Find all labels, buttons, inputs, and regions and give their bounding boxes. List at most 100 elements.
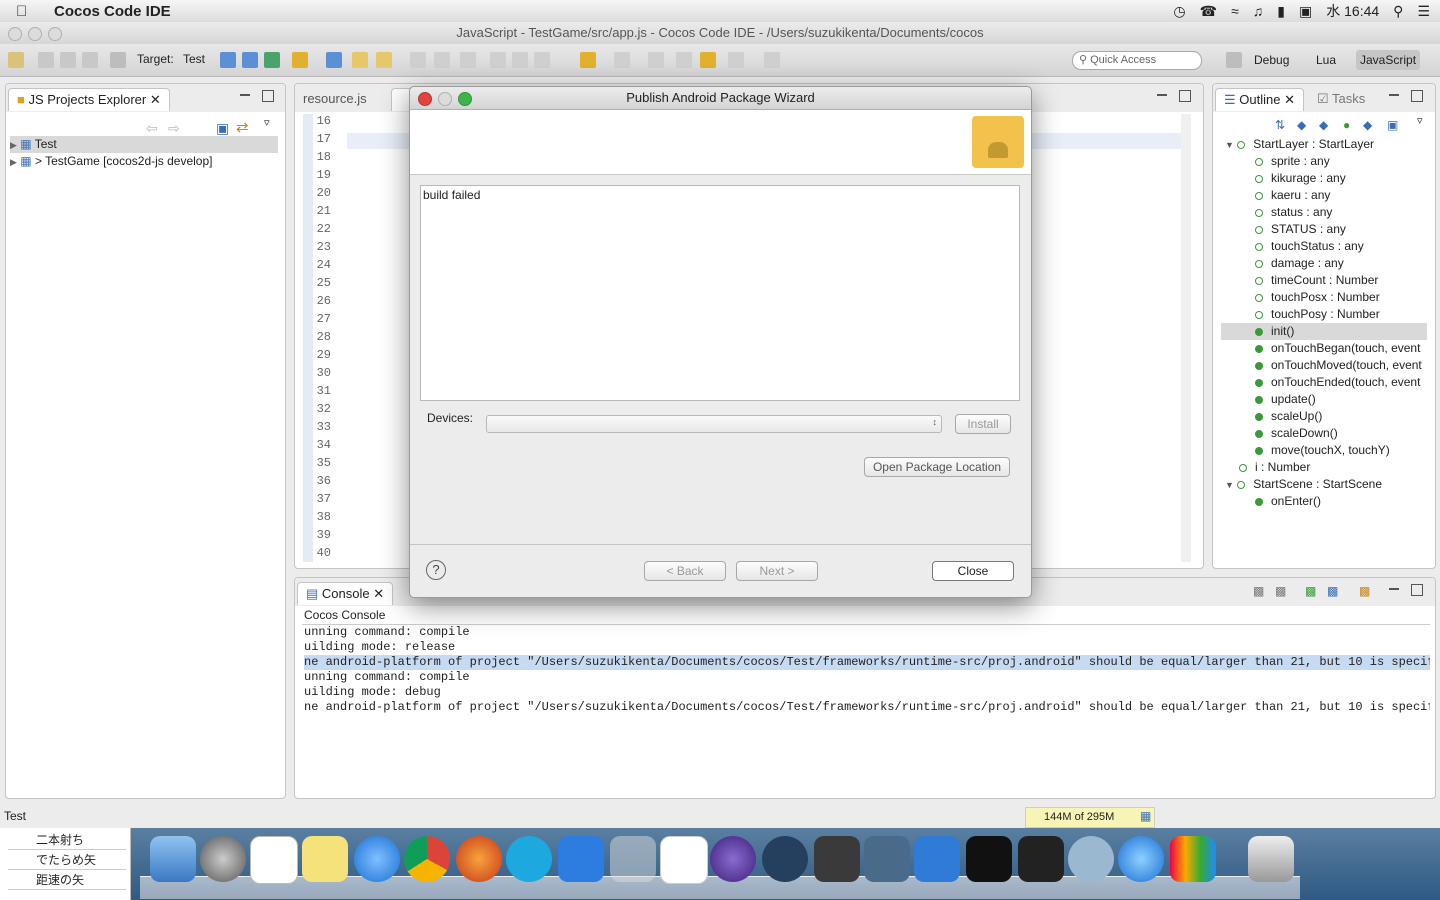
pen-icon[interactable]	[580, 52, 596, 68]
maximize-icon[interactable]	[1411, 584, 1423, 596]
close-dialog-icon[interactable]	[418, 92, 432, 106]
outline-item[interactable]: ▼ StartScene : StartScene	[1221, 476, 1427, 493]
collapse-all-icon[interactable]: ▣	[1387, 118, 1398, 132]
open-console-icon[interactable]: ▩	[1359, 584, 1370, 598]
trash-icon[interactable]	[1248, 836, 1294, 882]
outline-item[interactable]: damage : any	[1221, 255, 1427, 272]
outline-item[interactable]: scaleUp()	[1221, 408, 1427, 425]
minimize-icon[interactable]	[240, 90, 250, 96]
outline-item[interactable]: kaeru : any	[1221, 187, 1427, 204]
display-console-icon[interactable]: ▩	[1327, 584, 1338, 598]
bluetooth-icon[interactable]: ☎	[1200, 3, 1217, 20]
xcode-icon[interactable]	[558, 836, 604, 882]
annotation-icon[interactable]	[614, 52, 630, 68]
terminal-icon[interactable]	[966, 836, 1012, 882]
project-item-test[interactable]: ▶ ▦ Test	[10, 136, 278, 153]
tab-tasks[interactable]: ☑ Tasks	[1309, 88, 1373, 110]
app-store-icon[interactable]	[354, 836, 400, 882]
quick-access-input[interactable]: ⚲ Quick Access	[1072, 51, 1202, 70]
hide-static-icon[interactable]: ◆	[1319, 118, 1328, 132]
input-method-icon[interactable]: ▣	[1299, 3, 1312, 20]
open-perspective-icon[interactable]	[1226, 52, 1242, 68]
open-type-icon[interactable]	[352, 52, 368, 68]
battery-icon[interactable]: ▮	[1277, 3, 1285, 20]
hide-local-icon[interactable]: ◆	[1363, 118, 1372, 132]
search-files-icon[interactable]	[376, 52, 392, 68]
maximize-icon[interactable]	[262, 90, 274, 102]
view-menu-icon[interactable]: ▿	[1417, 114, 1423, 127]
outline-item[interactable]: touchPosx : Number	[1221, 289, 1427, 306]
hide-fields-icon[interactable]: ◆	[1297, 118, 1306, 132]
sublime-text-icon[interactable]	[814, 836, 860, 882]
view-menu-icon[interactable]: ▿	[264, 116, 270, 129]
maximize-icon[interactable]	[1179, 90, 1191, 102]
expand-arrow-icon[interactable]: ▼	[1225, 480, 1234, 490]
perspective-lua[interactable]: Lua	[1312, 50, 1340, 70]
unity-icon[interactable]	[1018, 836, 1064, 882]
new-icon[interactable]	[8, 52, 24, 68]
outline-item[interactable]: timeCount : Number	[1221, 272, 1427, 289]
close-window-icon[interactable]	[8, 27, 22, 41]
print-icon[interactable]	[82, 52, 98, 68]
step-icon[interactable]	[460, 52, 476, 68]
redo-icon[interactable]	[410, 52, 426, 68]
pin-console-icon[interactable]: ▩	[1305, 584, 1316, 598]
outline-item[interactable]: onTouchEnded(touch, event	[1221, 374, 1427, 391]
forward-nav-icon[interactable]	[728, 52, 744, 68]
cocos-code-ide-icon[interactable]	[914, 836, 960, 882]
terminate-icon[interactable]	[534, 52, 550, 68]
outline-item[interactable]: kikurage : any	[1221, 170, 1427, 187]
runtime-icon[interactable]	[110, 52, 126, 68]
perspective-debug[interactable]: Debug	[1250, 50, 1293, 70]
tab-js-projects-explorer[interactable]: ■ JS Projects Explorer ✕	[8, 88, 170, 111]
back-icon[interactable]: ⇦	[146, 120, 158, 137]
firefox-icon[interactable]	[456, 836, 502, 882]
prev-annotation-icon[interactable]	[648, 52, 664, 68]
calendar-icon[interactable]	[250, 836, 298, 884]
cocos-icon[interactable]	[864, 836, 910, 882]
minimize-icon[interactable]	[1157, 90, 1167, 96]
eclipse-icon[interactable]	[710, 836, 756, 882]
help-icon[interactable]: ?	[426, 560, 446, 580]
back-button[interactable]: < Back	[644, 561, 726, 581]
outline-item[interactable]: init()	[1221, 323, 1427, 340]
stickies-icon[interactable]	[302, 836, 348, 882]
close-tab-icon[interactable]: ✕	[373, 586, 384, 601]
volume-icon[interactable]: ♫	[1253, 3, 1264, 19]
undo-icon[interactable]	[434, 52, 450, 68]
hide-nonpublic-icon[interactable]: ●	[1343, 118, 1350, 132]
close-tab-icon[interactable]: ✕	[150, 92, 161, 107]
notification-center-icon[interactable]: ☰	[1417, 3, 1430, 20]
outline-item[interactable]: onTouchMoved(touch, event	[1221, 357, 1427, 374]
sort-icon[interactable]: ⇅	[1275, 118, 1285, 132]
tab-resource-js[interactable]: resource.js	[295, 88, 375, 110]
save-all-icon[interactable]	[60, 52, 76, 68]
back-nav-icon[interactable]	[700, 52, 716, 68]
outline-item[interactable]: onTouchBegan(touch, event	[1221, 340, 1427, 357]
finder-icon[interactable]	[150, 836, 196, 882]
forward-icon[interactable]: ⇨	[168, 120, 180, 137]
tab-console[interactable]: ▤ Console ✕	[297, 582, 394, 605]
open-package-location-button[interactable]: Open Package Location	[864, 457, 1010, 477]
time-machine-icon[interactable]: ◷	[1173, 3, 1185, 20]
outline-item[interactable]: status : any	[1221, 204, 1427, 221]
skype-icon[interactable]	[506, 836, 552, 882]
preview-icon[interactable]	[1068, 836, 1114, 882]
save-icon[interactable]	[38, 52, 54, 68]
install-button[interactable]: Install	[955, 414, 1011, 434]
heap-status[interactable]: 144M of 295M	[1025, 807, 1155, 828]
scroll-lock-icon[interactable]: ▩	[1275, 584, 1286, 598]
sourcetree-icon[interactable]	[762, 836, 808, 882]
expand-arrow-icon[interactable]: ▼	[1225, 140, 1234, 150]
outline-item[interactable]: i : Number	[1221, 459, 1427, 476]
outline-item[interactable]: move(touchX, touchY)	[1221, 442, 1427, 459]
unknown-app-icon[interactable]	[610, 836, 656, 882]
debug-run-icon[interactable]	[220, 52, 236, 68]
wifi-icon[interactable]: ≈	[1231, 3, 1239, 19]
outline-item[interactable]: touchPosy : Number	[1221, 306, 1427, 323]
launchpad-icon[interactable]	[200, 836, 246, 882]
devices-select[interactable]: ↕	[486, 415, 942, 433]
clock[interactable]: 水 16:44	[1326, 1, 1379, 21]
perspective-javascript[interactable]: JavaScript	[1356, 50, 1421, 70]
chart-app-icon[interactable]	[1170, 836, 1216, 882]
